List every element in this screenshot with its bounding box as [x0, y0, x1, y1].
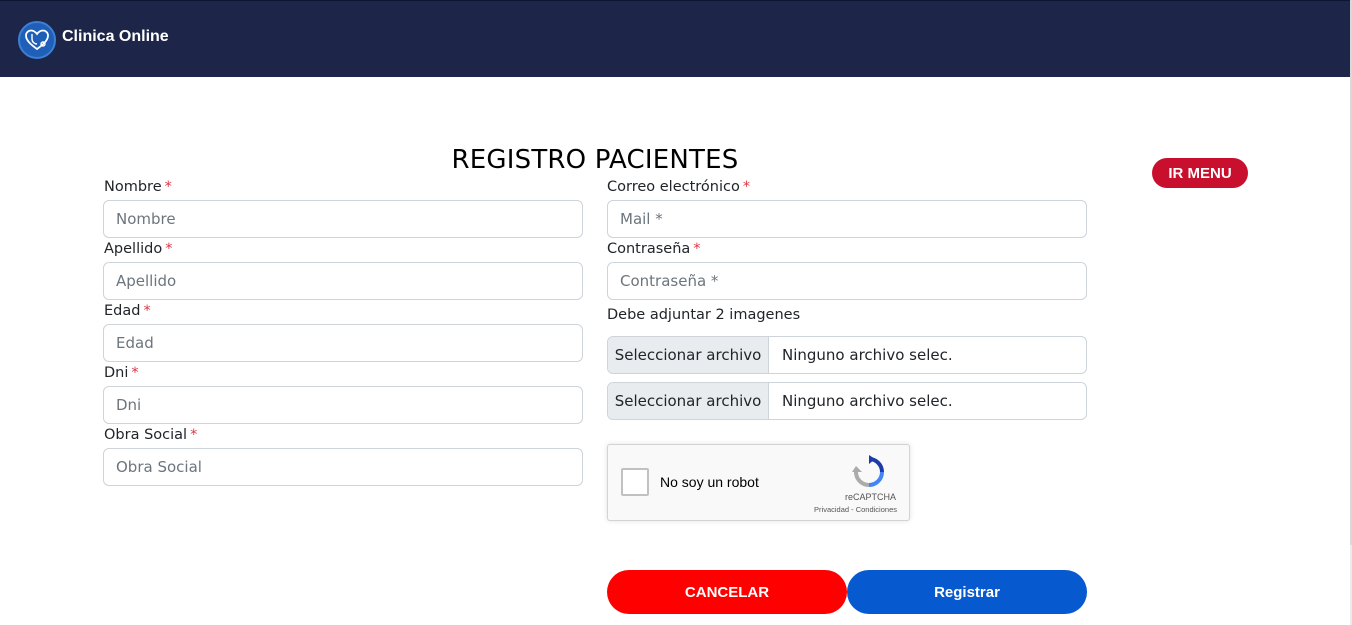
nombre-label: Nombre *: [104, 179, 172, 195]
required-mark: *: [165, 241, 173, 257]
required-mark: *: [742, 179, 751, 195]
go-menu-button[interactable]: IR MENU: [1152, 158, 1248, 188]
correo-label: Correo electrónico *: [607, 179, 750, 195]
file-status: Ninguno archivo selec.: [782, 346, 953, 364]
file-status: Ninguno archivo selec.: [782, 392, 953, 410]
recaptcha-widget: No soy un robot reCAPTCHA Privacidad - C…: [607, 444, 910, 521]
register-button[interactable]: Registrar: [847, 570, 1087, 614]
required-mark: *: [164, 179, 172, 195]
contrasena-label: Contraseña *: [607, 241, 701, 257]
obra-social-input[interactable]: [103, 448, 583, 486]
brand-name[interactable]: Clinica Online: [62, 28, 169, 46]
edad-label-text: Edad: [104, 303, 141, 319]
recaptcha-checkbox[interactable]: [621, 468, 649, 496]
recaptcha-logo-icon: [852, 455, 886, 489]
obra-social-label-text: Obra Social: [104, 427, 188, 443]
dni-input[interactable]: [103, 386, 583, 424]
file-input-1[interactable]: Seleccionar archivo Ninguno archivo sele…: [607, 336, 1087, 374]
required-mark: *: [190, 427, 198, 443]
apellido-input[interactable]: [103, 262, 583, 300]
obra-social-label: Obra Social *: [104, 427, 197, 443]
heart-stethoscope-icon[interactable]: [18, 21, 56, 59]
apellido-label: Apellido *: [104, 241, 172, 257]
page-title: REGISTRO PACIENTES: [451, 145, 739, 175]
password-input[interactable]: [607, 262, 1087, 300]
email-input[interactable]: [607, 200, 1087, 238]
cancel-button[interactable]: CANCELAR: [607, 570, 847, 614]
required-mark: *: [143, 303, 151, 319]
select-file-button[interactable]: Seleccionar archivo: [608, 383, 769, 419]
required-mark: *: [131, 365, 139, 381]
nombre-input[interactable]: [103, 200, 583, 238]
recaptcha-links[interactable]: Privacidad - Condiciones: [814, 505, 897, 514]
contrasena-label-text: Contraseña: [607, 241, 691, 257]
file-input-2[interactable]: Seleccionar archivo Ninguno archivo sele…: [607, 382, 1087, 420]
correo-label-text: Correo electrónico: [607, 179, 740, 195]
nombre-label-text: Nombre: [104, 179, 162, 195]
recaptcha-brand: reCAPTCHA: [844, 492, 896, 502]
edad-label: Edad *: [104, 303, 151, 319]
select-file-button[interactable]: Seleccionar archivo: [608, 337, 769, 373]
required-mark: *: [693, 241, 701, 257]
dni-label-text: Dni: [104, 365, 129, 381]
apellido-label-text: Apellido: [104, 241, 163, 257]
top-navbar: Clinica Online: [0, 0, 1350, 77]
edad-input[interactable]: [103, 324, 583, 362]
dni-label: Dni *: [104, 365, 139, 381]
images-note: Debe adjuntar 2 imagenes: [607, 307, 801, 323]
recaptcha-label: No soy un robot: [660, 474, 759, 490]
